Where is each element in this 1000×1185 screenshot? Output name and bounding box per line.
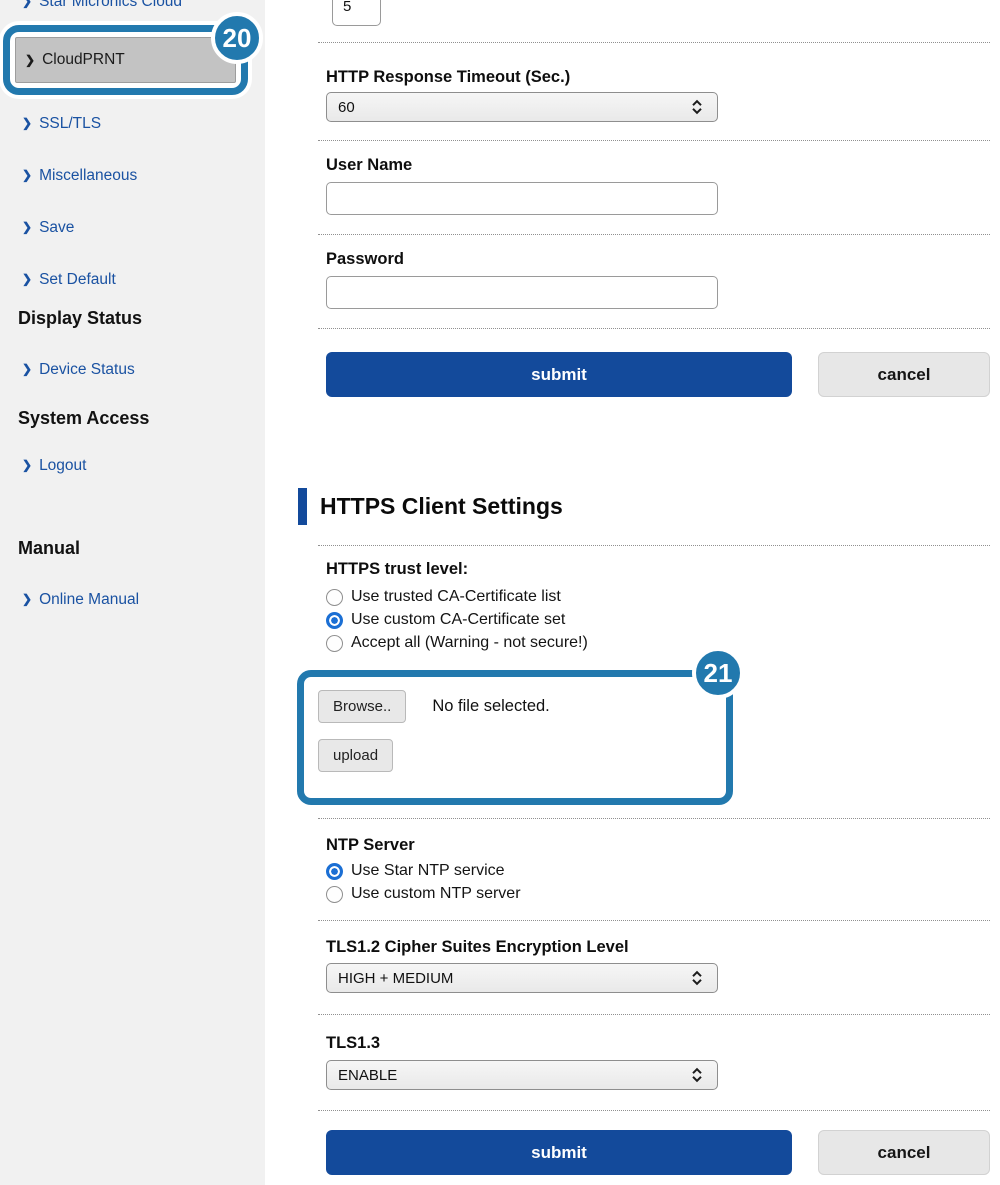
sidebar-item-star-micronics-cloud[interactable]: ❯ Star Micronics Cloud [22,0,182,11]
callout-box-21: Browse.. No file selected. upload 21 [297,670,733,805]
callout-badge-20: 20 [211,12,263,64]
sidebar-item-label: Miscellaneous [39,166,137,185]
tls12-select[interactable]: HIGH + MEDIUM [326,963,718,993]
tls12-value: HIGH + MEDIUM [338,970,453,987]
radio-use-custom-ca-set[interactable]: Use custom CA-Certificate set [326,611,588,629]
radio-off-icon [326,886,343,903]
sidebar-item-cloudprnt[interactable]: ❯ CloudPRNT [15,37,236,83]
chevron-right-icon: ❯ [22,0,32,11]
chevron-right-icon: ❯ [22,360,32,379]
chevron-right-icon: ❯ [25,53,35,67]
divider [318,42,990,43]
http-timeout-label: HTTP Response Timeout (Sec.) [326,68,570,87]
cancel-button[interactable]: cancel [818,1130,990,1175]
file-status-text: No file selected. [432,697,549,716]
cancel-button[interactable]: cancel [818,352,990,397]
submit-button[interactable]: submit [326,352,792,397]
cloudprnt-settings-page: ❯ Star Micronics Cloud ❯ CloudPRNT 20 ❯ … [0,0,1000,1185]
chevron-updown-icon [690,1067,704,1084]
sidebar-item-miscellaneous[interactable]: ❯ Miscellaneous [22,166,137,185]
radio-use-custom-ntp[interactable]: Use custom NTP server [326,885,521,903]
chevron-right-icon: ❯ [22,218,32,237]
sidebar-section-system-access: System Access [18,408,149,429]
sidebar-item-set-default[interactable]: ❯ Set Default [22,270,116,289]
sidebar-item-label: Star Micronics Cloud [39,0,182,11]
chevron-right-icon: ❯ [22,166,32,185]
divider [318,328,990,329]
divider [318,1014,990,1015]
sidebar-item-label: Save [39,218,74,237]
sidebar-item-online-manual[interactable]: ❯ Online Manual [22,590,139,609]
browse-button[interactable]: Browse.. [318,690,406,723]
radio-label: Use custom NTP server [351,885,521,903]
radio-label: Use trusted CA-Certificate list [351,588,561,606]
sidebar-item-label: Online Manual [39,590,139,609]
http-timeout-select[interactable]: 60 [326,92,718,122]
radio-on-icon [326,612,343,629]
radio-use-trusted-ca-list[interactable]: Use trusted CA-Certificate list [326,588,588,606]
tls12-label: TLS1.2 Cipher Suites Encryption Level [326,938,629,957]
file-select-row: Browse.. No file selected. [318,690,726,723]
user-name-label: User Name [326,156,412,175]
sidebar-item-label: Set Default [39,270,116,289]
radio-label: Accept all (Warning - not secure!) [351,634,588,652]
polling-interval-input[interactable] [332,0,381,26]
sidebar-item-label: SSL/TLS [39,114,101,133]
chevron-updown-icon [690,970,704,987]
main-content: HTTP Response Timeout (Sec.) 60 User Nam… [326,0,990,1185]
sidebar-item-label: Device Status [39,360,135,379]
sidebar-item-label: Logout [39,456,86,475]
ntp-server-label: NTP Server [326,836,415,855]
divider [318,140,990,141]
user-name-input[interactable] [326,182,718,215]
callout-box-20: ❯ CloudPRNT 20 [3,25,248,95]
divider [318,1110,990,1111]
sidebar-item-ssl-tls[interactable]: ❯ SSL/TLS [22,114,101,133]
tls13-value: ENABLE [338,1067,397,1084]
divider [318,920,990,921]
sidebar-item-device-status[interactable]: ❯ Device Status [22,360,135,379]
chevron-right-icon: ❯ [22,114,32,133]
chevron-right-icon: ❯ [22,270,32,289]
sidebar-item-label: CloudPRNT [42,51,125,69]
password-label: Password [326,250,404,269]
sidebar: ❯ Star Micronics Cloud ❯ CloudPRNT 20 ❯ … [0,0,265,1185]
password-input[interactable] [326,276,718,309]
divider [318,545,990,546]
ntp-server-radio-group: Use Star NTP service Use custom NTP serv… [326,862,521,908]
radio-off-icon [326,635,343,652]
tls13-label: TLS1.3 [326,1034,380,1053]
radio-label: Use Star NTP service [351,862,505,880]
submit-button[interactable]: submit [326,1130,792,1175]
sidebar-section-manual: Manual [18,538,80,559]
radio-accept-all[interactable]: Accept all (Warning - not secure!) [326,634,588,652]
sidebar-item-logout[interactable]: ❯ Logout [22,456,86,475]
sidebar-item-save[interactable]: ❯ Save [22,218,74,237]
divider [318,818,990,819]
https-trust-level-radio-group: Use trusted CA-Certificate list Use cust… [326,588,588,657]
radio-use-star-ntp[interactable]: Use Star NTP service [326,862,521,880]
radio-on-icon [326,863,343,880]
callout-badge-21: 21 [692,647,744,699]
chevron-updown-icon [690,99,704,116]
https-trust-level-label: HTTPS trust level: [326,560,468,579]
upload-button[interactable]: upload [318,739,393,772]
https-client-settings-heading: HTTPS Client Settings [298,488,563,525]
divider [318,234,990,235]
http-timeout-value: 60 [338,99,355,116]
upload-row: upload [318,739,726,772]
chevron-right-icon: ❯ [22,456,32,475]
tls13-select[interactable]: ENABLE [326,1060,718,1090]
chevron-right-icon: ❯ [22,590,32,609]
sidebar-section-display-status: Display Status [18,308,142,329]
radio-label: Use custom CA-Certificate set [351,611,565,629]
radio-off-icon [326,589,343,606]
